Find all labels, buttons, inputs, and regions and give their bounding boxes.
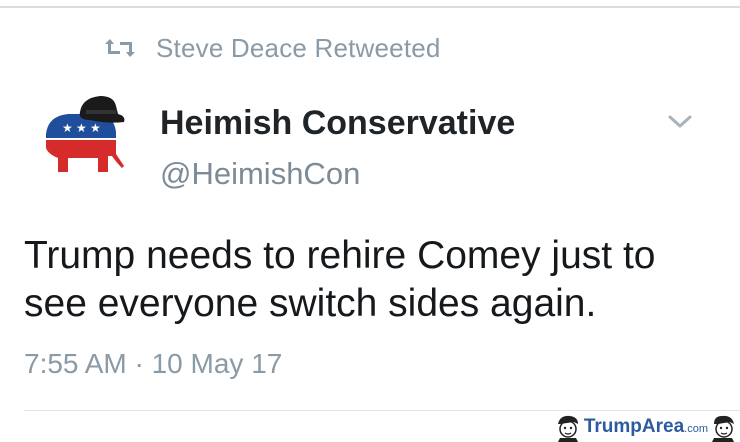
watermark-brand: TrumpArea.com: [583, 416, 708, 437]
svg-text:★: ★: [76, 121, 87, 135]
retweet-icon: [105, 39, 135, 57]
chevron-down-icon[interactable]: [666, 110, 694, 132]
avatar[interactable]: ★ ★ ★: [38, 94, 130, 186]
republican-elephant-with-hat-icon: ★ ★ ★: [46, 96, 125, 172]
author-display-name[interactable]: Heimish Conservative: [160, 104, 515, 143]
bottom-divider: [24, 410, 740, 411]
top-divider: [0, 6, 740, 8]
retweet-label: Steve Deace Retweeted: [156, 32, 441, 63]
retweet-context[interactable]: Steve Deace Retweeted: [104, 30, 441, 66]
caricature-face-icon: [551, 412, 582, 442]
svg-text:★: ★: [62, 121, 73, 135]
caricature-face-icon: [710, 412, 740, 442]
author-handle[interactable]: @HeimishCon: [160, 156, 360, 192]
tweet-text: Trump needs to rehire Comey just to see …: [24, 234, 656, 325]
tweet-timestamp[interactable]: 7:55 AM · 10 May 17: [24, 348, 282, 380]
site-watermark: TrumpArea.com: [551, 412, 740, 442]
svg-text:★: ★: [90, 121, 101, 135]
